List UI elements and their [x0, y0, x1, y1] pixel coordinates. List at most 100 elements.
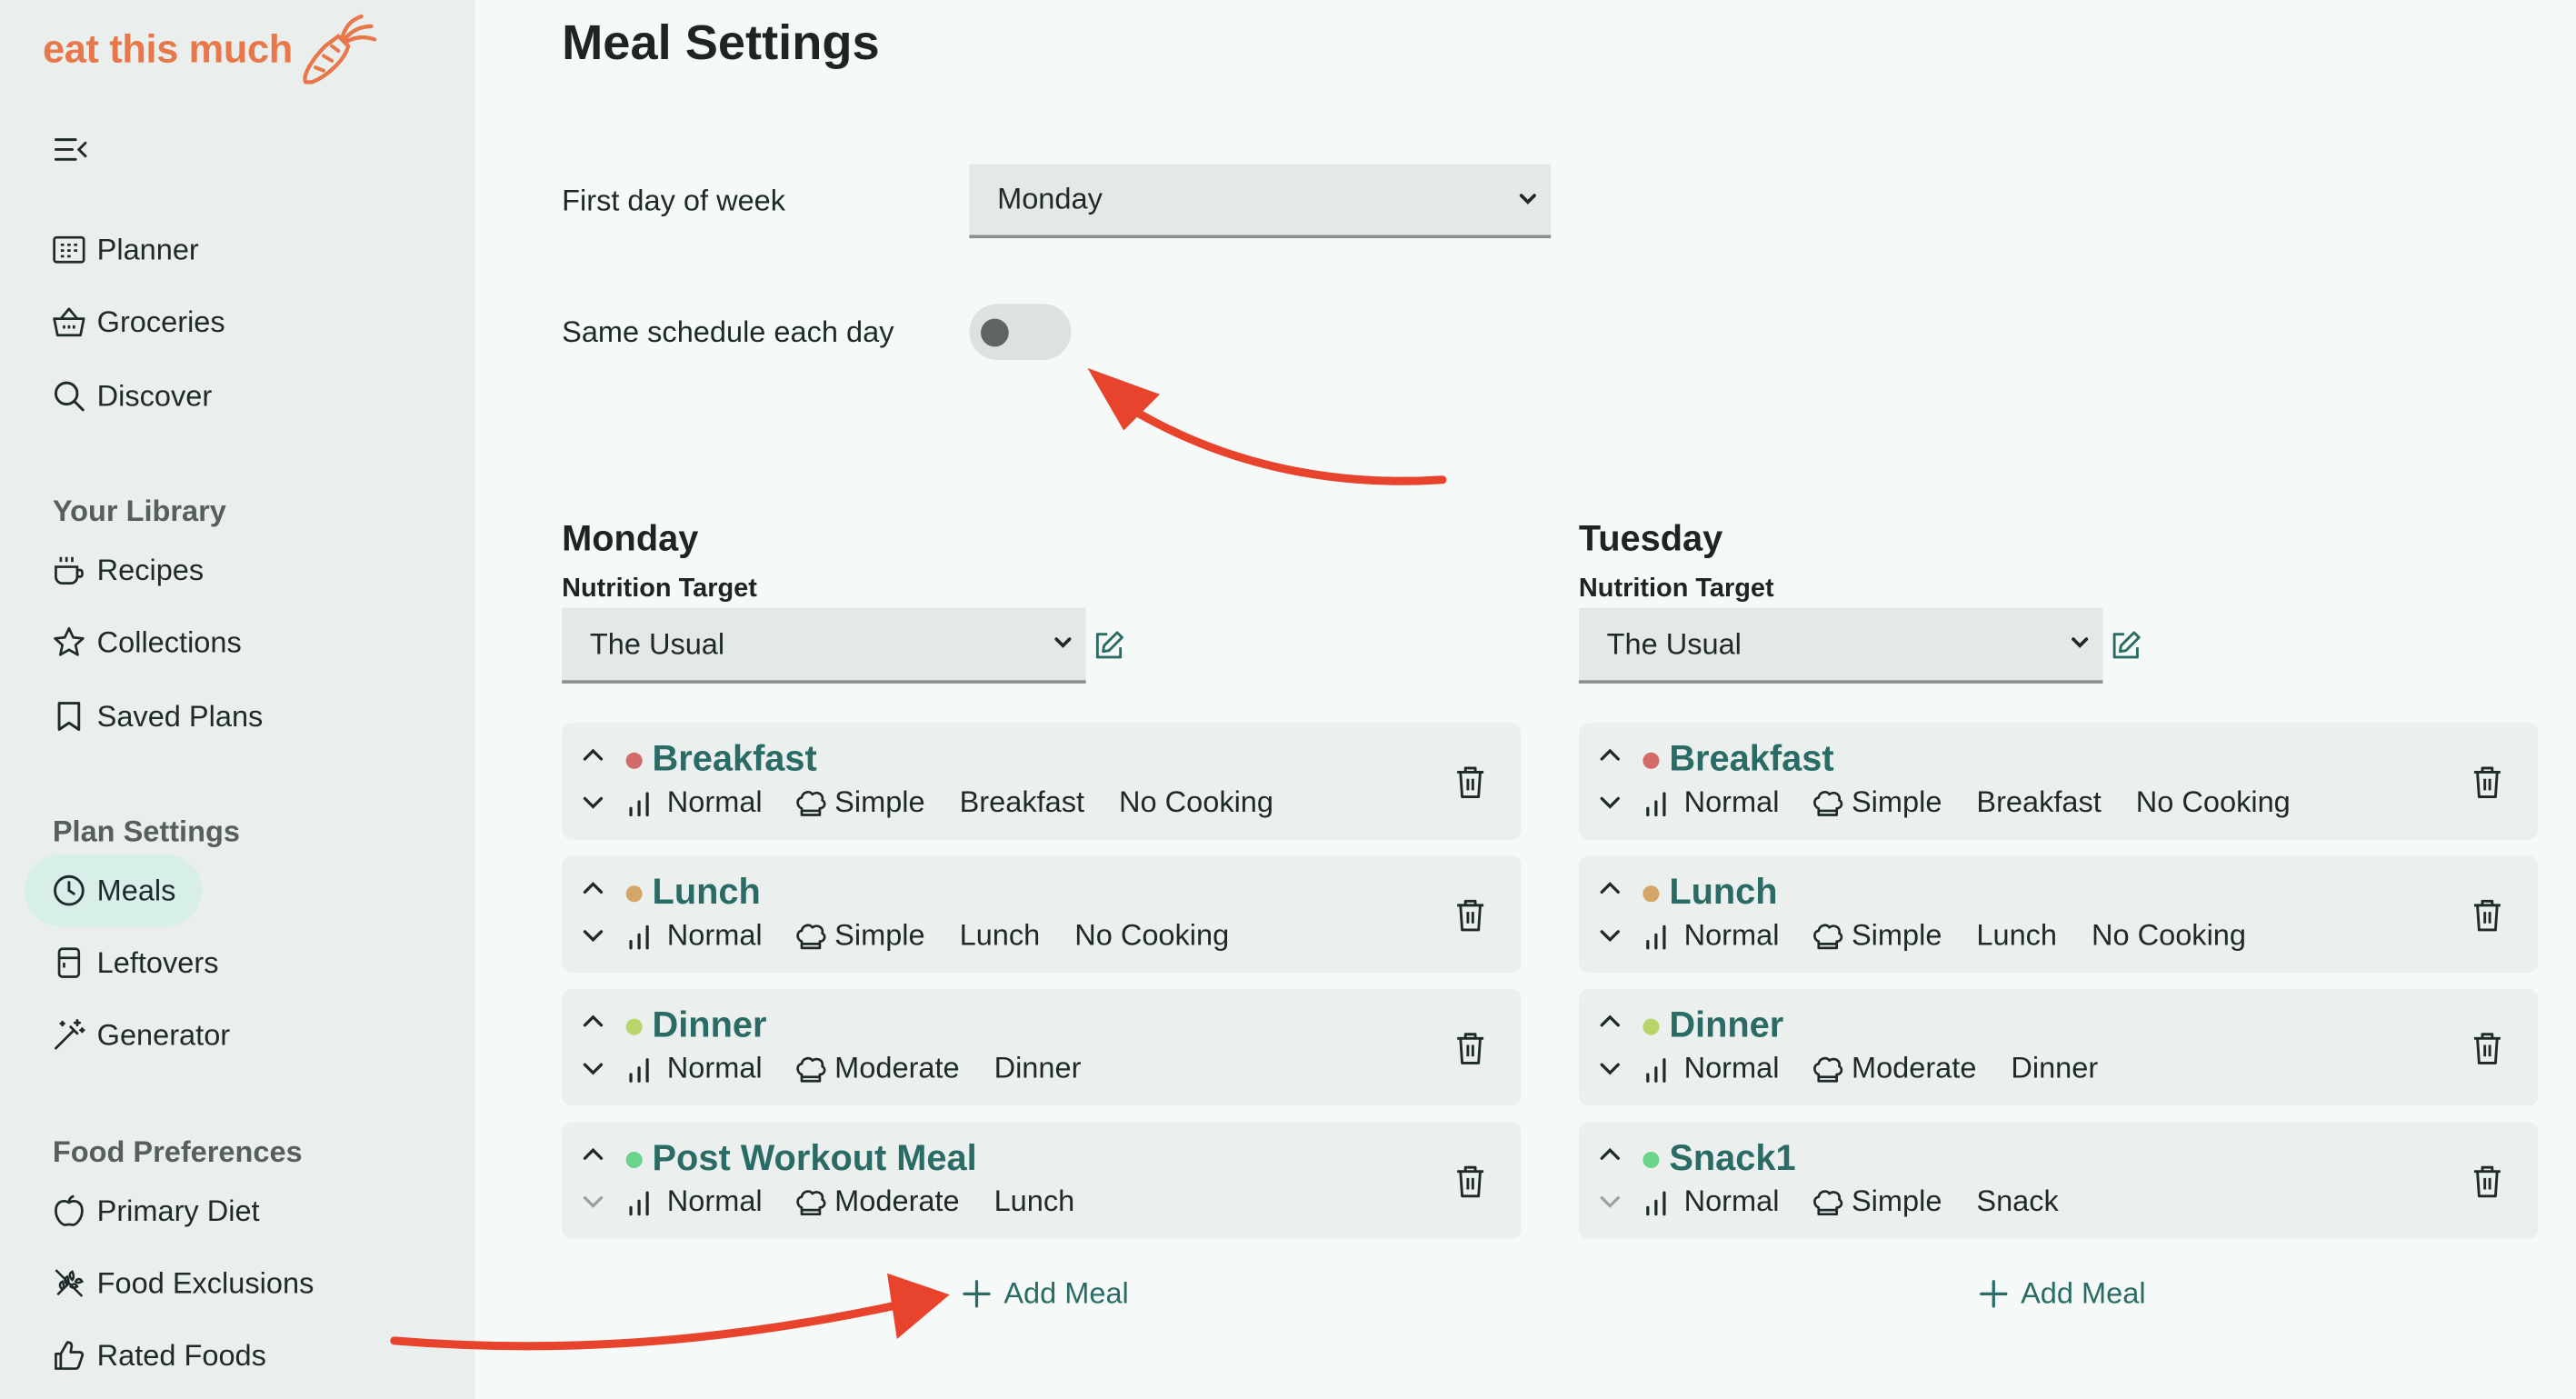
- meal-name[interactable]: Lunch: [653, 871, 761, 914]
- meal-size: Normal: [1683, 918, 1780, 952]
- meal-size: Normal: [666, 1184, 763, 1218]
- trash-icon[interactable]: [2471, 1030, 2503, 1066]
- meal-complexity: Moderate: [834, 1184, 960, 1218]
- collapse-sidebar-icon[interactable]: [55, 135, 87, 165]
- chevron-up-icon[interactable]: [1599, 1011, 1622, 1034]
- basket-icon: [53, 307, 85, 337]
- chevron-down-icon[interactable]: [582, 924, 604, 946]
- meal-size: Normal: [666, 784, 763, 819]
- meal-color-dot: [1642, 885, 1660, 903]
- meal-name[interactable]: Lunch: [1669, 871, 1777, 914]
- sidebar-item-label: Recipes: [96, 553, 205, 586]
- meal-card: Lunch Normal Simple Lunch No Cooking: [562, 855, 1522, 973]
- edit-icon[interactable]: [1093, 629, 1125, 662]
- trash-icon[interactable]: [2471, 764, 2503, 800]
- apple-icon: [55, 1194, 84, 1226]
- chevron-up-icon[interactable]: [582, 1011, 604, 1034]
- sidebar-item-collections[interactable]: Collections: [53, 618, 242, 667]
- size-bars-icon: [629, 924, 649, 949]
- meal-color-dot: [625, 1151, 643, 1169]
- meal-complexity: Simple: [1851, 918, 1942, 952]
- bookmark-icon: [57, 702, 81, 731]
- day-title: Tuesday: [1578, 517, 1723, 559]
- meal-name[interactable]: Dinner: [1669, 1004, 1783, 1046]
- logo[interactable]: eat this much: [43, 13, 378, 88]
- size-bars-icon: [1646, 791, 1666, 816]
- add-meal-label: Add Meal: [2021, 1276, 2146, 1310]
- sidebar-item-label: Primary Diet: [96, 1194, 260, 1227]
- meal-size: Normal: [666, 1051, 763, 1084]
- sidebar-item-generator[interactable]: Generator: [53, 1011, 230, 1060]
- first-day-select[interactable]: Monday: [969, 164, 1552, 239]
- same-schedule-toggle[interactable]: [969, 304, 1072, 360]
- plan-settings-heading: Plan Settings: [52, 814, 240, 848]
- add-meal-label: Add Meal: [1003, 1276, 1129, 1310]
- sidebar-item-primary-diet[interactable]: Primary Diet: [53, 1186, 260, 1235]
- calendar-icon: [53, 235, 85, 264]
- sidebar-item-rated-foods[interactable]: Rated Foods: [53, 1331, 266, 1380]
- meal-name[interactable]: Breakfast: [1669, 738, 1833, 781]
- chevron-down-icon[interactable]: [582, 1190, 604, 1213]
- meal-attributes: Normal Simple Snack: [1644, 1184, 2059, 1219]
- sidebar-item-recipes[interactable]: Recipes: [53, 545, 204, 595]
- nutrition-target-select[interactable]: The Usual: [562, 607, 1086, 684]
- meal-attributes: Normal Moderate Dinner: [1644, 1052, 2098, 1086]
- chevron-down-icon[interactable]: [1599, 924, 1622, 946]
- chevron-up-icon[interactable]: [1599, 1144, 1622, 1166]
- container-icon: [57, 947, 81, 978]
- trash-icon[interactable]: [1454, 764, 1487, 800]
- logo-text: eat this much: [42, 27, 293, 73]
- sidebar-item-groceries[interactable]: Groceries: [53, 297, 225, 346]
- trash-icon[interactable]: [1454, 1030, 1487, 1066]
- meal-color-dot: [1642, 1151, 1660, 1169]
- trash-icon[interactable]: [1454, 1164, 1487, 1200]
- meal-name[interactable]: Dinner: [653, 1004, 767, 1046]
- sidebar-item-meals[interactable]: Meals: [25, 854, 203, 927]
- chevron-down-icon[interactable]: [1599, 1190, 1622, 1213]
- size-bars-icon: [1646, 1190, 1666, 1215]
- size-bars-icon: [1646, 1057, 1666, 1082]
- chevron-up-icon[interactable]: [1599, 744, 1622, 767]
- meal-size: Normal: [666, 918, 763, 952]
- edit-icon[interactable]: [2110, 629, 2142, 662]
- sidebar-item-planner[interactable]: Planner: [53, 225, 199, 275]
- sidebar-item-food-exclusions[interactable]: Food Exclusions: [53, 1258, 315, 1307]
- meal-name[interactable]: Breakfast: [653, 738, 817, 781]
- sidebar-item-label: Discover: [96, 378, 213, 412]
- chevron-down-icon[interactable]: [582, 790, 604, 813]
- meal-complexity: Moderate: [834, 1051, 960, 1084]
- meal-name[interactable]: Snack1: [1669, 1137, 1795, 1180]
- meal-card: Dinner Normal Moderate Dinner: [562, 989, 1522, 1106]
- chef-hat-icon: [796, 923, 826, 949]
- chevron-up-icon[interactable]: [582, 744, 604, 767]
- nutrition-target-value: The Usual: [1606, 626, 1742, 660]
- plus-icon: [1980, 1280, 2008, 1308]
- add-meal-button-tuesday[interactable]: Add Meal: [1980, 1276, 2146, 1311]
- nutrition-target-select[interactable]: The Usual: [1578, 607, 2103, 684]
- trash-icon[interactable]: [2471, 897, 2503, 934]
- same-schedule-label: Same schedule each day: [562, 315, 894, 349]
- sidebar-item-discover[interactable]: Discover: [53, 371, 212, 420]
- sidebar-item-label: Groceries: [96, 305, 225, 338]
- sidebar-item-saved-plans[interactable]: Saved Plans: [53, 692, 263, 741]
- chevron-down-icon[interactable]: [582, 1056, 604, 1079]
- chevron-up-icon[interactable]: [582, 1144, 604, 1166]
- sidebar-item-label: Meals: [96, 873, 176, 906]
- chevron-down-icon[interactable]: [1599, 790, 1622, 813]
- add-meal-button-monday[interactable]: Add Meal: [963, 1276, 1129, 1311]
- meal-attributes: Normal Moderate Lunch: [627, 1184, 1074, 1219]
- your-library-heading: Your Library: [52, 495, 226, 528]
- trash-icon[interactable]: [2471, 1164, 2503, 1200]
- chevron-up-icon[interactable]: [1599, 877, 1622, 900]
- sidebar-item-leftovers[interactable]: Leftovers: [53, 938, 218, 987]
- chevron-up-icon[interactable]: [582, 877, 604, 900]
- size-bars-icon: [629, 1190, 649, 1215]
- trash-icon[interactable]: [1454, 897, 1487, 934]
- chevron-down-icon[interactable]: [1599, 1056, 1622, 1079]
- chef-hat-icon: [1813, 1189, 1843, 1215]
- food-preferences-heading: Food Preferences: [52, 1134, 303, 1169]
- meal-name[interactable]: Post Workout Meal: [653, 1137, 977, 1180]
- meal-cooking: No Cooking: [1119, 784, 1274, 819]
- size-bars-icon: [629, 791, 649, 816]
- meal-card: Breakfast Normal Simple Breakfast No Cooking: [1578, 723, 2539, 840]
